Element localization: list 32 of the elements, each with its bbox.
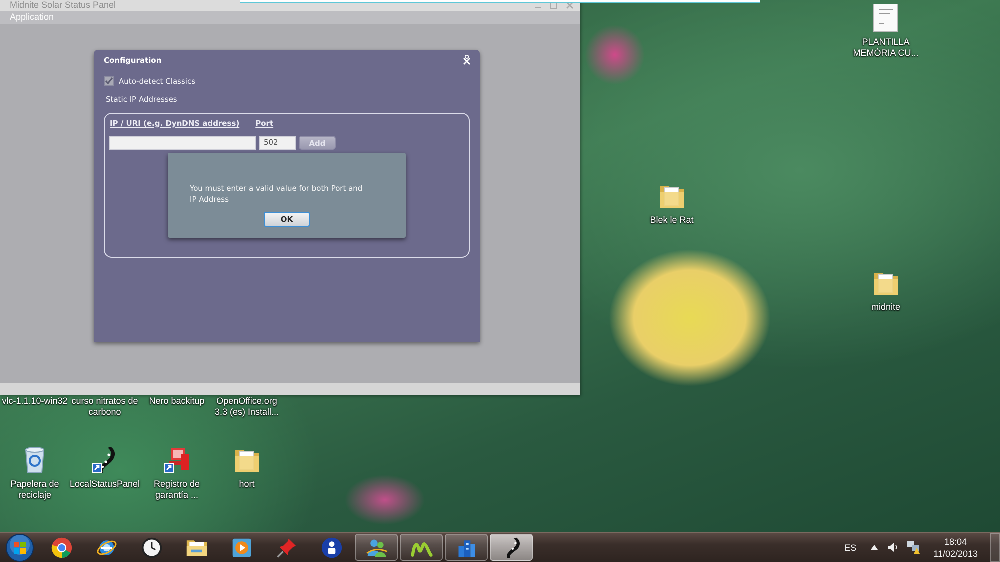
network-warning-icon[interactable]: [906, 541, 920, 554]
taskbar-button[interactable]: [400, 534, 443, 561]
icon-label[interactable]: vlc-1.1.10-win32: [2, 396, 68, 407]
triangle-up-icon[interactable]: [870, 545, 878, 550]
clock-time[interactable]: 18:04: [944, 536, 968, 548]
address-input-field[interactable]: [109, 136, 256, 150]
icon-label[interactable]: Blek le Rat: [650, 215, 694, 226]
browser-icon: [50, 536, 72, 558]
icon-label[interactable]: midnite: [871, 302, 900, 313]
close-icon[interactable]: [462, 55, 472, 65]
pushpin-icon: [276, 536, 298, 558]
icon-label[interactable]: curso nitratos de carbono: [72, 396, 138, 418]
clock-icon: [140, 536, 162, 558]
computer-shortcut-icon: [163, 446, 191, 474]
icon-label[interactable]: Papelera de reciclaje: [10, 479, 60, 501]
icon-label[interactable]: OpenOffice.org 3.3 (es) Install...: [214, 396, 280, 418]
speaker-icon[interactable]: [888, 542, 899, 553]
window-title: Midnite Solar Status Panel: [10, 0, 116, 11]
icon-label[interactable]: Registro de garantía ...: [154, 479, 200, 501]
media-player-icon: [230, 536, 252, 558]
person-icon: [320, 536, 342, 558]
icon-label[interactable]: Nero backitup: [149, 396, 205, 407]
document-icon: [872, 4, 900, 32]
icon-label[interactable]: LocalStatusPanel: [70, 479, 140, 490]
language-indicator[interactable]: ES: [844, 542, 857, 552]
show-desktop-button[interactable]: [990, 533, 1000, 562]
icon-label[interactable]: hort: [239, 479, 255, 490]
start-orb-icon[interactable]: [6, 534, 34, 562]
icon-label[interactable]: PLANTILLA MEMÒRIA CU...: [853, 37, 919, 59]
checkbox[interactable]: [104, 76, 114, 86]
clock-date[interactable]: 11/02/2013: [934, 548, 978, 560]
taskbar-button[interactable]: [490, 534, 533, 561]
